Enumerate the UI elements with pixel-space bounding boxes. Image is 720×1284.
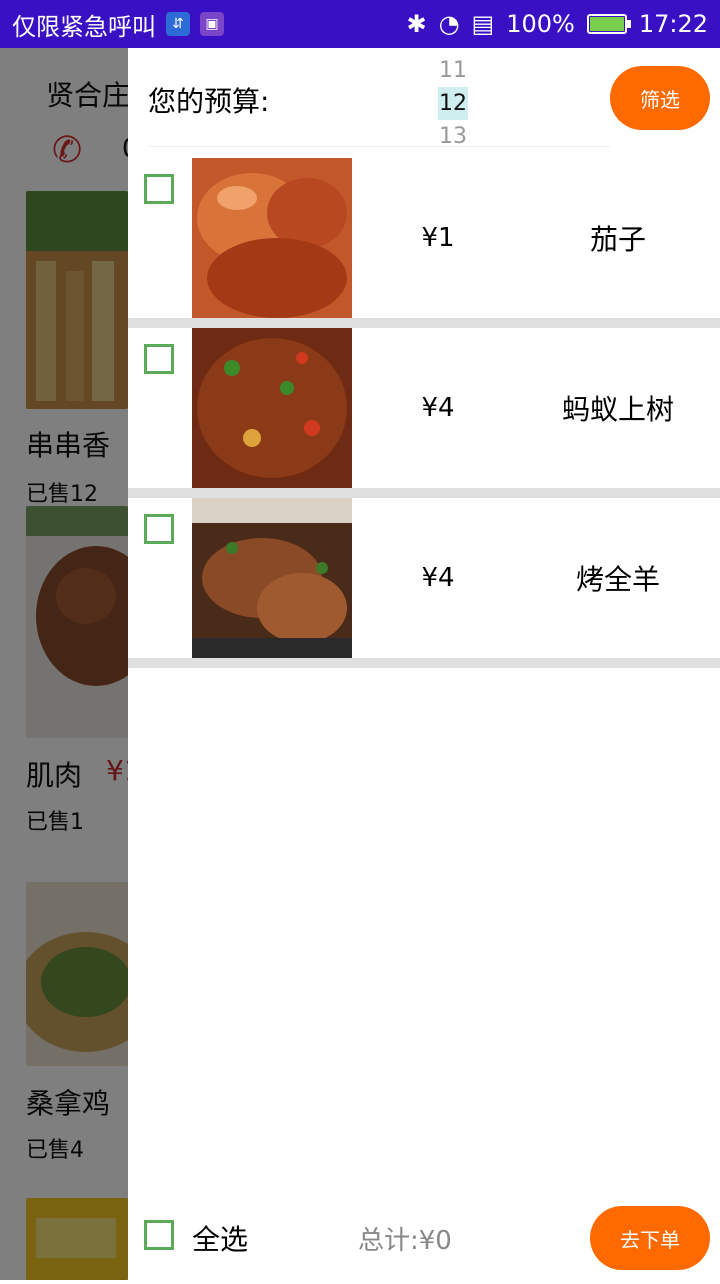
image-icon: ▣ bbox=[200, 12, 224, 36]
picker-selected[interactable]: 12 bbox=[438, 87, 468, 120]
dish-name: 烤全羊 bbox=[575, 563, 660, 596]
clock: 17:22 bbox=[638, 10, 708, 38]
dish-checkbox[interactable] bbox=[144, 344, 174, 374]
dish-price: ¥4 bbox=[421, 393, 455, 423]
place-order-button[interactable]: 去下单 bbox=[590, 1206, 710, 1270]
battery-icon bbox=[586, 14, 631, 34]
picker-option[interactable]: 11 bbox=[438, 54, 468, 87]
dish-row[interactable]: ¥4 烤全羊 bbox=[128, 498, 720, 658]
bluetooth-icon: ✱ bbox=[406, 10, 427, 38]
dish-name: 蚂蚁上树 bbox=[561, 393, 674, 426]
battery-fill bbox=[589, 17, 624, 31]
status-emergency-text: 仅限紧急呼叫 bbox=[12, 12, 156, 41]
dish-image bbox=[192, 158, 352, 318]
dish-checkbox[interactable] bbox=[144, 514, 174, 544]
status-right: ✱ ◔ ▤ 100% 17:22 bbox=[406, 10, 708, 38]
wifi-icon: ◔ bbox=[438, 10, 460, 38]
select-all-label[interactable]: 全选 bbox=[192, 1218, 248, 1258]
battery-percent: 100% bbox=[506, 10, 575, 38]
divider bbox=[148, 146, 610, 147]
dish-name: 茄子 bbox=[589, 223, 646, 256]
dish-row[interactable]: ¥1 茄子 bbox=[128, 158, 720, 318]
total-amount: 总计:¥0 bbox=[358, 1226, 452, 1256]
usb-icon: ⇵ bbox=[166, 12, 190, 36]
budget-picker[interactable]: 11 12 13 bbox=[438, 54, 468, 153]
filter-drawer: 您的预算: 11 12 13 筛选 ¥1 茄子 ¥4 蚂蚁上树 ¥4 烤全羊 全… bbox=[128, 48, 720, 1280]
dish-price: ¥1 bbox=[421, 223, 455, 253]
status-left: 仅限紧急呼叫 ⇵ ▣ bbox=[12, 7, 224, 42]
dish-image bbox=[192, 328, 352, 488]
dish-price: ¥4 bbox=[421, 563, 455, 593]
dish-checkbox[interactable] bbox=[144, 174, 174, 204]
status-bar: 仅限紧急呼叫 ⇵ ▣ ✱ ◔ ▤ 100% 17:22 bbox=[0, 0, 720, 48]
dish-image bbox=[192, 498, 352, 658]
dish-row[interactable]: ¥4 蚂蚁上树 bbox=[128, 328, 720, 488]
sim-alert-icon: ▤ bbox=[471, 10, 495, 38]
divider bbox=[128, 658, 720, 668]
budget-label: 您的预算: bbox=[148, 85, 270, 118]
divider bbox=[128, 318, 720, 328]
divider bbox=[128, 488, 720, 498]
select-all-checkbox[interactable] bbox=[144, 1220, 174, 1250]
filter-button[interactable]: 筛选 bbox=[610, 66, 710, 130]
picker-option[interactable]: 13 bbox=[438, 120, 468, 153]
